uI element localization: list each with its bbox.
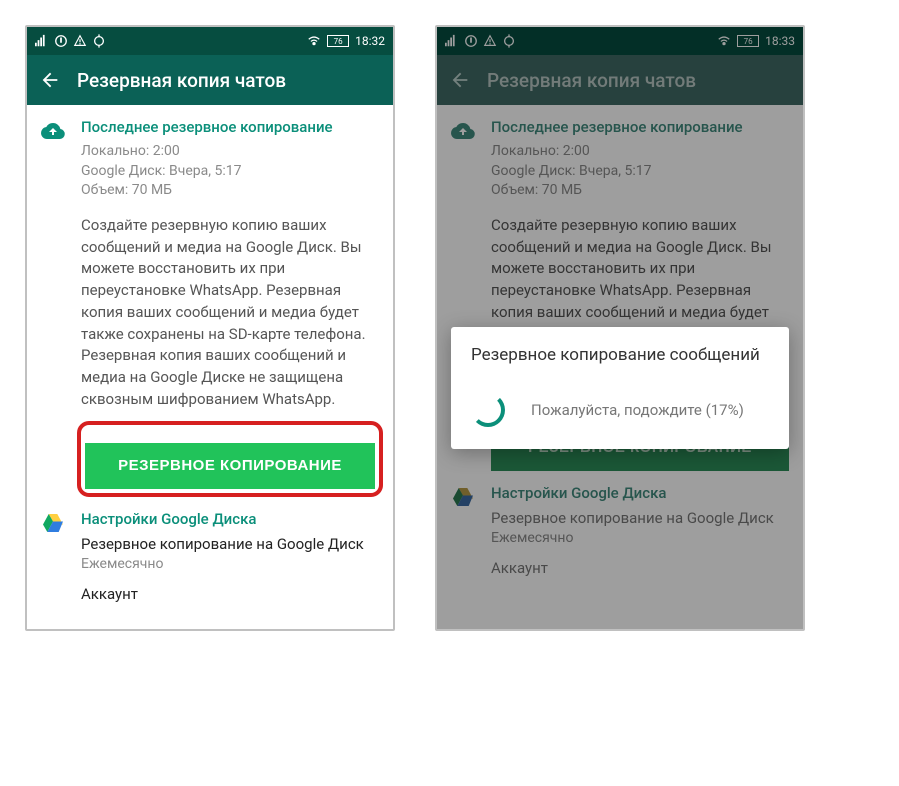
content-area: Последнее резервное копирование Локально…: [27, 105, 393, 629]
back-icon[interactable]: [39, 69, 61, 91]
backup-description: Создайте резервную копию ваших сообщений…: [81, 215, 379, 411]
signal-icon: [35, 34, 49, 48]
last-backup-heading: Последнее резервное копирование: [81, 117, 379, 138]
gdrive-backup-freq: Ежемесячно: [81, 555, 379, 575]
phone-right: 76 18:33 Резервная копия чатов Последнее…: [435, 25, 805, 631]
gdrive-settings-section[interactable]: Настройки Google Диска Резервное копиров…: [41, 509, 379, 606]
status-bar: 76 18:32: [27, 27, 393, 55]
last-backup-local: Локально: 2:00: [81, 142, 379, 162]
battery-icon: 76: [327, 35, 349, 47]
sync-icon: [92, 34, 106, 48]
last-backup-gdrive: Google Диск: Вчера, 5:17: [81, 162, 379, 182]
page-title: Резервная копия чатов: [77, 69, 286, 92]
spinner-icon: [471, 393, 505, 427]
google-drive-icon: [41, 521, 65, 539]
notif-icon: [54, 34, 68, 48]
app-bar: Резервная копия чатов: [27, 55, 393, 105]
dialog-progress-text: Пожалуйста, подождите (17%): [531, 400, 744, 421]
clock: 18:32: [355, 34, 385, 48]
last-backup-section: Последнее резервное копирование Локально…: [41, 117, 379, 497]
warning-icon: [73, 34, 87, 48]
annotation-highlight: РЕЗЕРВНОЕ КОПИРОВАНИЕ: [77, 421, 383, 497]
gdrive-backup-label: Резервное копирование на Google Диск: [81, 534, 379, 555]
gdrive-settings-heading: Настройки Google Диска: [81, 509, 379, 530]
dialog-title: Резервное копирование сообщений: [471, 345, 769, 365]
cloud-upload-icon: [41, 129, 65, 147]
backup-button[interactable]: РЕЗЕРВНОЕ КОПИРОВАНИЕ: [85, 443, 375, 489]
phone-left: 76 18:32 Резервная копия чатов Последнее…: [25, 25, 395, 631]
gdrive-account-label: Аккаунт: [81, 584, 379, 605]
progress-dialog: Резервное копирование сообщений Пожалуйс…: [451, 327, 789, 449]
last-backup-size: Объем: 70 МБ: [81, 181, 379, 201]
wifi-icon: [307, 34, 321, 48]
